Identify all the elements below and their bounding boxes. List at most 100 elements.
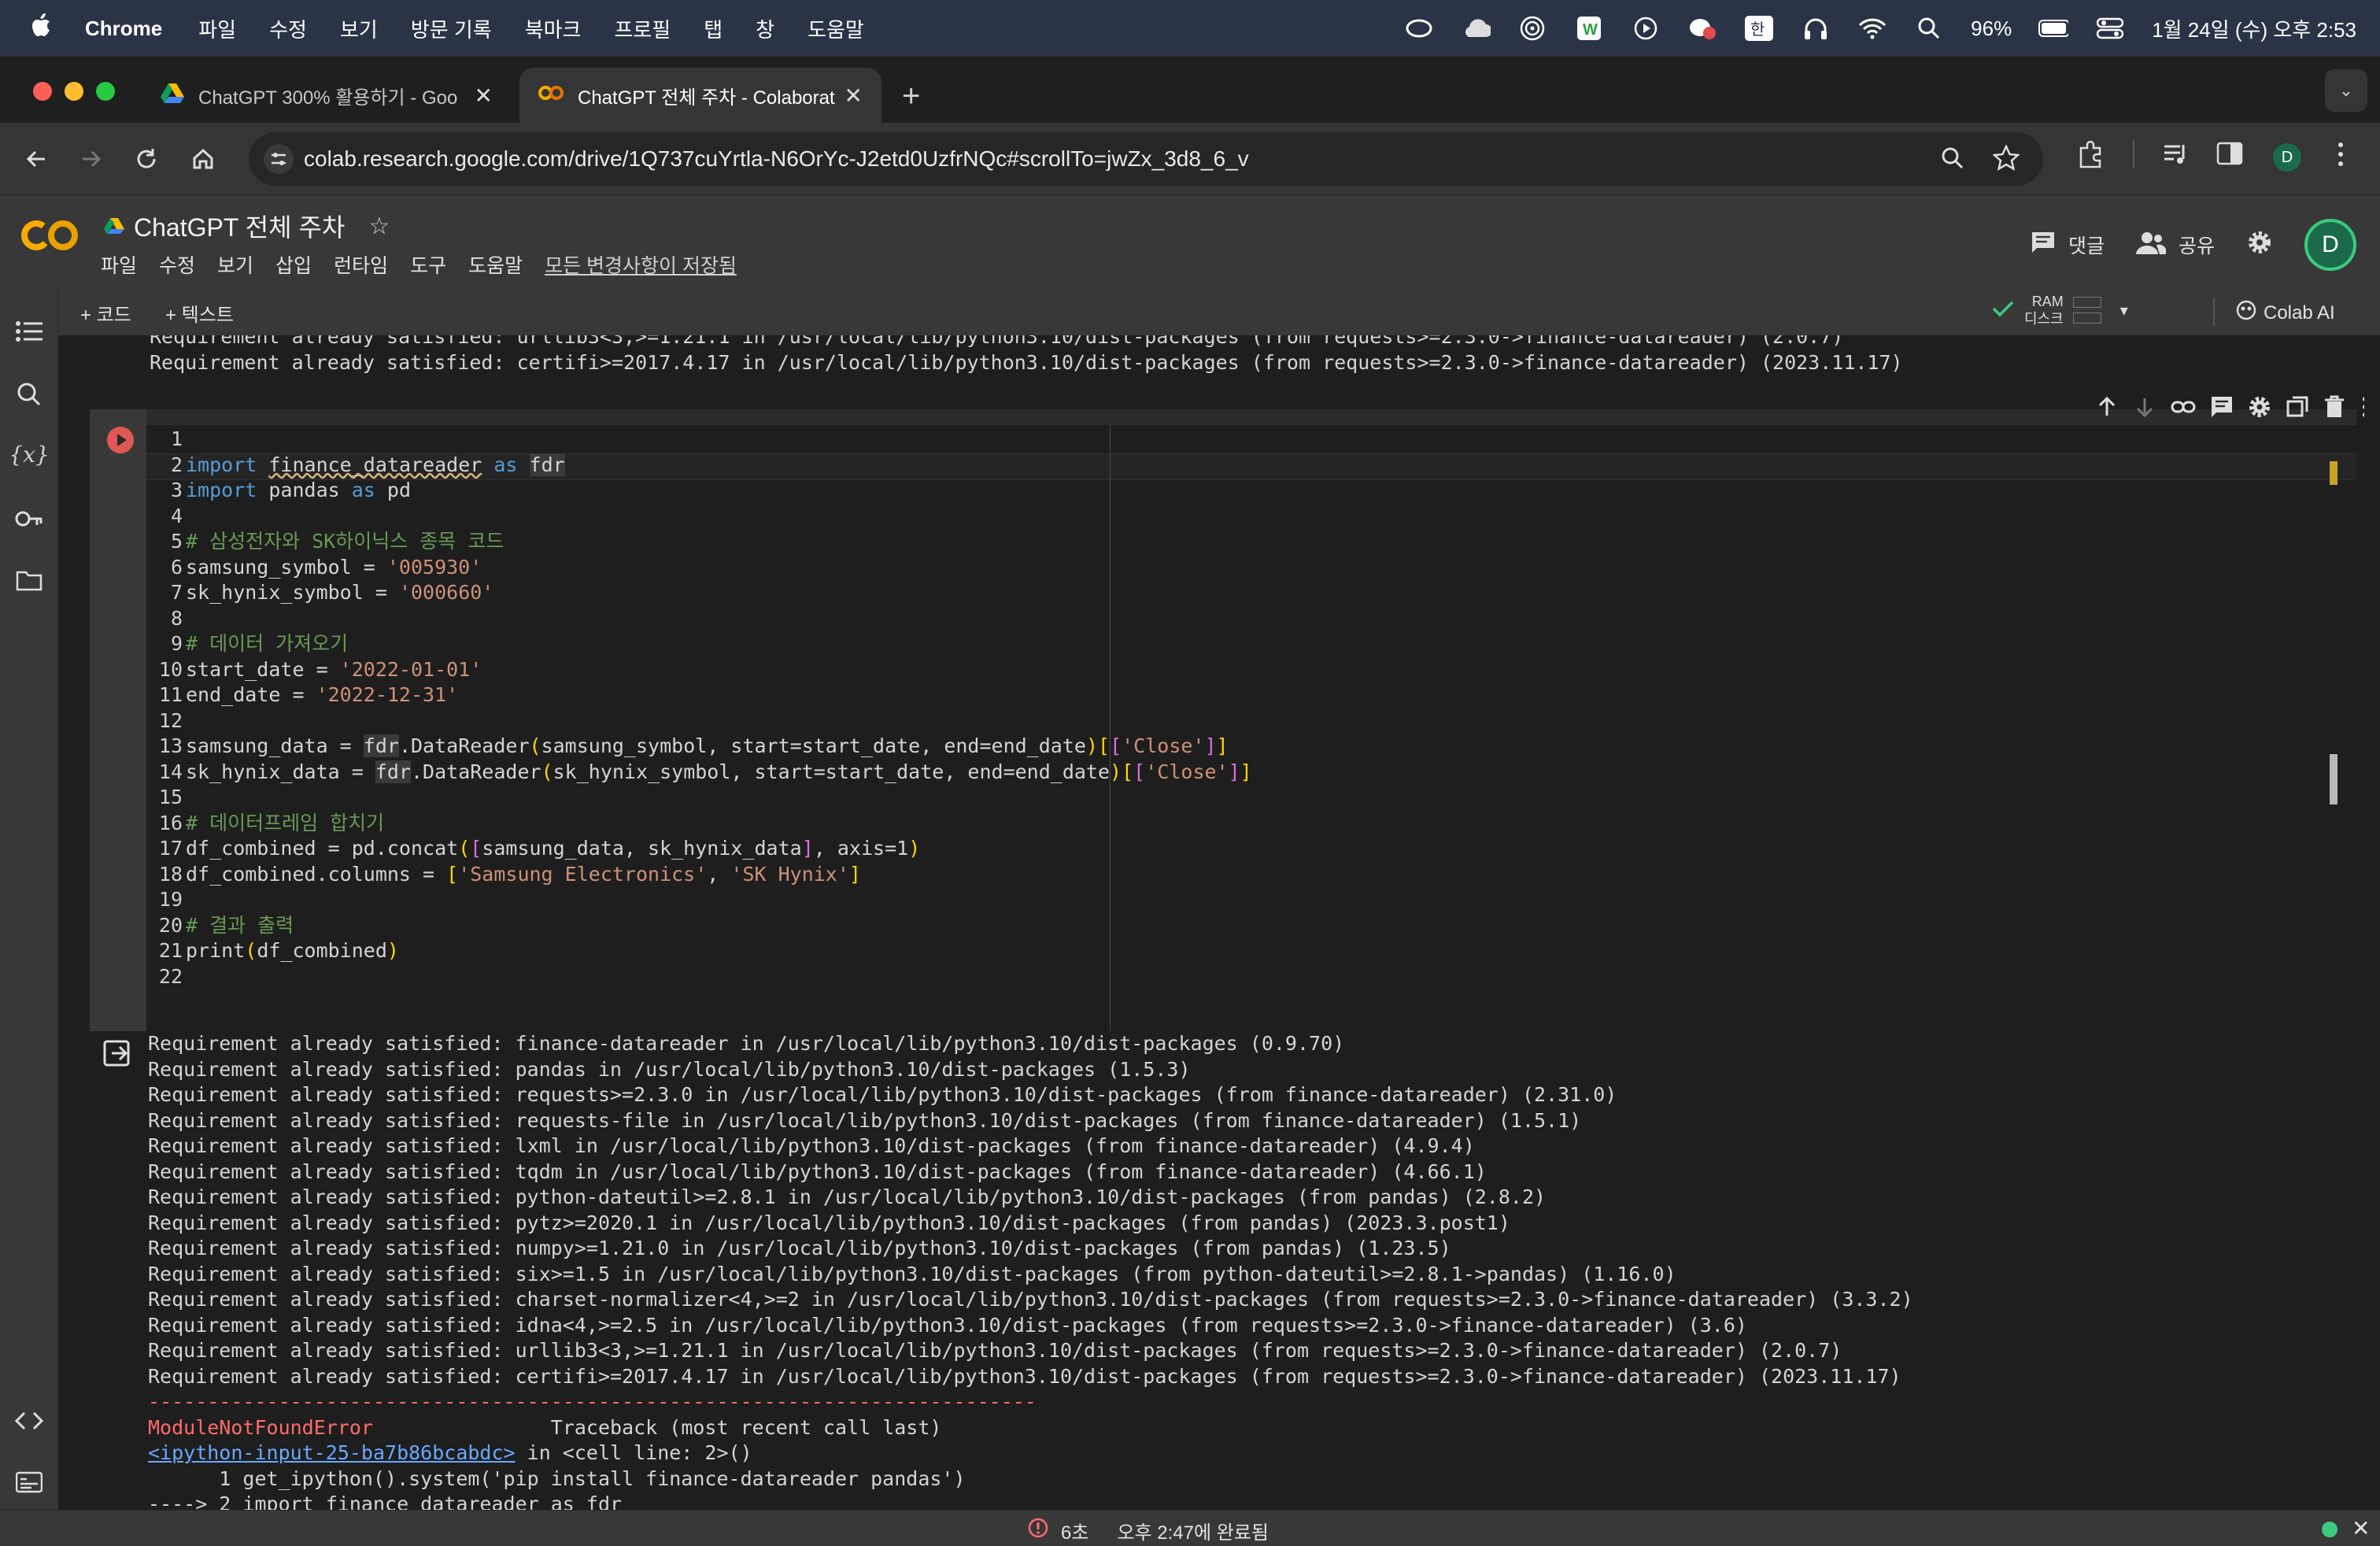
reload-button[interactable] [128, 140, 165, 178]
ipython-input-link[interactable]: <ipython-input-25-ba7b86bcabdc> [148, 1441, 516, 1464]
code-editor[interactable]: 1 2 import finance_datareader as fdr 3 impor… [146, 425, 2356, 1031]
error-name: ModuleNotFoundError [148, 1415, 373, 1439]
forward-button[interactable] [72, 140, 110, 178]
headphones-icon[interactable] [1801, 13, 1831, 43]
menubar-file[interactable]: 파일 [198, 14, 236, 43]
move-cell-down-icon[interactable] [2133, 395, 2156, 423]
move-cell-up-icon[interactable] [2095, 395, 2119, 423]
site-settings-icon[interactable] [263, 143, 294, 179]
menubar-tab[interactable]: 탭 [704, 14, 722, 43]
minimize-window-button[interactable] [65, 82, 83, 101]
play-icon[interactable] [1631, 13, 1661, 43]
table-of-contents-icon[interactable] [13, 315, 46, 348]
menu-view[interactable]: 보기 [217, 250, 253, 279]
menubar-help[interactable]: 도움말 [808, 14, 864, 43]
close-tab-icon[interactable]: ✕ [475, 83, 493, 109]
user-avatar[interactable]: D [2304, 219, 2356, 271]
new-tab-button[interactable]: + [902, 79, 920, 114]
media-controls-icon[interactable] [2161, 140, 2190, 172]
spotlight-search-icon[interactable] [1914, 13, 1944, 43]
menubar-view[interactable]: 보기 [340, 14, 378, 43]
menubar-app-name[interactable]: Chrome [85, 17, 162, 41]
notebook-title-text[interactable]: ChatGPT 전체 주차 [134, 208, 345, 244]
tab-search-chevron-icon[interactable]: ⌄ [2325, 69, 2367, 112]
execution-status[interactable]: 6초 오후 2:47에 완료됨 [1028, 1517, 1269, 1544]
code-line: 1 [170, 427, 183, 450]
tab-google-drive[interactable]: ChatGPT 300% 활용하기 - Goo ✕ [142, 68, 512, 123]
bookmark-star-icon[interactable] [1991, 144, 2021, 176]
runtime-dropdown-chevron-icon[interactable]: ▾ [2120, 301, 2128, 320]
comment-icon[interactable] [2210, 395, 2234, 423]
close-tab-icon[interactable]: ✕ [844, 83, 863, 109]
address-bar[interactable]: colab.research.google.com/drive/1Q737cuY… [249, 132, 2043, 186]
delete-cell-icon[interactable] [2323, 395, 2345, 423]
people-icon [2135, 231, 2167, 260]
close-status-icon[interactable]: ✕ [2352, 1515, 2370, 1541]
resource-monitor[interactable]: RAM 디스크 ▾ [1991, 293, 2128, 327]
wifi-icon[interactable] [1857, 13, 1887, 43]
files-folder-icon[interactable] [13, 564, 46, 597]
connection-status-icon [2322, 1522, 2338, 1537]
notebook-content[interactable]: Requirement already satisfied: urllib3<3… [58, 335, 2364, 1510]
back-button[interactable] [17, 140, 55, 178]
add-text-cell-button[interactable]: + 텍스트 [165, 299, 234, 327]
more-options-icon[interactable] [2360, 395, 2364, 423]
home-button[interactable] [184, 140, 222, 178]
colab-ai-button[interactable]: Colab AI [2235, 299, 2335, 327]
settings-gear-icon[interactable] [2246, 229, 2273, 261]
code-line: 3 import pandas as pd [170, 479, 411, 501]
star-icon[interactable]: ☆ [368, 213, 390, 240]
url-text[interactable]: colab.research.google.com/drive/1Q737cuY… [304, 146, 1249, 172]
chat-notification-icon[interactable] [1687, 13, 1717, 43]
menu-file[interactable]: 파일 [101, 250, 137, 279]
extensions-icon[interactable] [2076, 140, 2105, 172]
control-center-icon[interactable] [2095, 13, 2125, 43]
zoom-icon[interactable] [1941, 146, 1964, 174]
add-code-cell-button[interactable]: + 코드 [80, 299, 131, 327]
colab-ai-icon [2235, 299, 2257, 327]
input-method-icon[interactable]: 한 [1744, 13, 1774, 43]
link-icon[interactable] [2171, 395, 2196, 423]
terminal-icon[interactable] [13, 1466, 46, 1499]
code-line: 17 df_combined = pd.concat([samsung_data,… [158, 837, 921, 860]
save-status[interactable]: 모든 변경사항이 저장됨 [545, 250, 737, 279]
cloud-icon[interactable] [1461, 13, 1491, 43]
tab-colab[interactable]: ChatGPT 전체 주차 - Colaborat ✕ [519, 68, 881, 123]
editor-scroll-thumb[interactable] [2330, 754, 2338, 804]
menubar-edit[interactable]: 수정 [269, 14, 307, 43]
mirror-cell-icon[interactable] [2286, 395, 2309, 423]
code-lines[interactable]: 1 2 import finance_datareader as fdr 3 impor… [156, 427, 1252, 989]
creative-cloud-icon[interactable] [1404, 13, 1434, 43]
variables-icon[interactable]: {x} [9, 438, 49, 471]
menu-runtime[interactable]: 런타임 [334, 250, 388, 279]
menubar-profiles[interactable]: 프로필 [614, 14, 671, 43]
code-snippets-icon[interactable] [13, 1404, 46, 1437]
cell-settings-gear-icon[interactable] [2248, 395, 2271, 423]
profile-avatar[interactable]: D [2273, 143, 2301, 172]
search-icon[interactable] [13, 378, 46, 411]
close-window-button[interactable] [33, 82, 52, 101]
menubar-bookmarks[interactable]: 북마크 [525, 14, 582, 43]
run-cell-button[interactable] [107, 427, 134, 453]
menu-edit[interactable]: 수정 [159, 250, 195, 279]
output-actions-icon[interactable] [102, 1039, 134, 1071]
share-button[interactable]: 공유 [2135, 231, 2215, 260]
menu-insert[interactable]: 삽입 [275, 250, 312, 279]
code-cell[interactable]: 1 2 import finance_datareader as fdr 3 impor… [90, 395, 2364, 1031]
apple-icon[interactable] [30, 12, 61, 46]
output-line: Requirement already satisfied: numpy>=1.… [148, 1237, 1451, 1259]
menu-tools[interactable]: 도구 [410, 250, 446, 279]
code-line: 20 # 결과 출력 [158, 913, 294, 937]
menubar-window[interactable]: 창 [756, 14, 774, 43]
word-icon[interactable]: W [1574, 13, 1604, 43]
chrome-menu-icon[interactable] [2334, 140, 2347, 172]
menu-help[interactable]: 도움말 [468, 250, 523, 279]
airdrop-icon[interactable] [1517, 13, 1547, 43]
battery-icon[interactable] [2038, 13, 2069, 43]
comments-button[interactable]: 댓글 [2031, 231, 2105, 260]
secrets-key-icon[interactable] [13, 502, 46, 535]
menubar-history[interactable]: 방문 기록 [411, 14, 492, 43]
colab-logo[interactable] [19, 216, 82, 265]
side-panel-icon[interactable] [2216, 140, 2243, 171]
zoom-window-button[interactable] [96, 82, 115, 101]
